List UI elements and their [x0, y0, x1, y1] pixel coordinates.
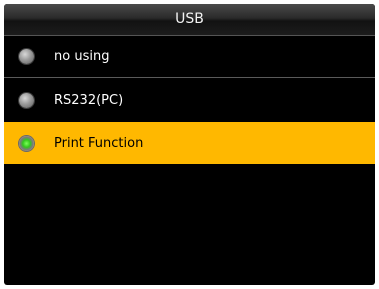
option-print-function[interactable]: Print Function	[4, 122, 375, 164]
screen-title: USB	[175, 11, 204, 27]
radio-icon	[19, 92, 34, 108]
radio-icon	[19, 49, 34, 64]
device-screen: USB no using RS232(PC) Print Function	[4, 4, 375, 285]
radio-selected-icon	[19, 135, 34, 151]
title-bar: USB	[4, 4, 375, 36]
option-label: RS232(PC)	[54, 92, 124, 108]
option-no-using[interactable]: no using	[4, 36, 375, 78]
option-rs232[interactable]: RS232(PC)	[4, 78, 375, 122]
option-label: Print Function	[54, 135, 144, 151]
option-label: no using	[54, 49, 110, 64]
